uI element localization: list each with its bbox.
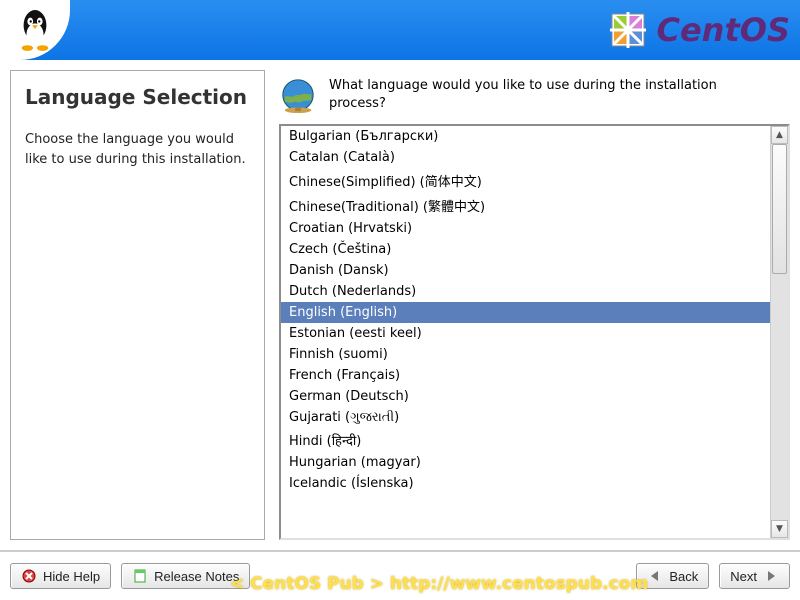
language-option[interactable]: Gujarati (ગુજરાતી) xyxy=(281,407,770,428)
language-option[interactable]: Finnish (suomi) xyxy=(281,344,770,365)
language-option[interactable]: Chinese(Simplified) (简体中文) xyxy=(281,168,770,193)
scroll-thumb[interactable] xyxy=(772,144,787,274)
language-listbox[interactable]: Bulgarian (Български)Catalan (Català)Chi… xyxy=(279,124,790,540)
penguin-badge xyxy=(0,0,70,60)
hide-help-label: Hide Help xyxy=(43,569,100,584)
language-option[interactable]: English (English) xyxy=(281,302,770,323)
header-bar: CentOS xyxy=(0,0,800,60)
language-option[interactable]: Czech (Čeština) xyxy=(281,239,770,260)
arrow-right-icon xyxy=(763,568,779,584)
globe-icon xyxy=(279,76,317,114)
language-option[interactable]: French (Français) xyxy=(281,365,770,386)
language-option[interactable]: Hungarian (magyar) xyxy=(281,452,770,473)
next-label: Next xyxy=(730,569,757,584)
brand-name: CentOS xyxy=(656,11,790,49)
next-button[interactable]: Next xyxy=(719,563,790,589)
scroll-track[interactable] xyxy=(771,144,788,520)
penguin-icon xyxy=(16,8,54,52)
hide-help-button[interactable]: Hide Help xyxy=(10,563,111,589)
language-option[interactable]: Dutch (Nederlands) xyxy=(281,281,770,302)
watermark: < CentOS Pub > http://www.centospub.com xyxy=(230,574,648,594)
footer: Hide Help Release Notes Back Next < Cent… xyxy=(0,550,800,600)
sidebar-title: Language Selection xyxy=(25,85,250,110)
language-option[interactable]: Bulgarian (Български) xyxy=(281,126,770,147)
scrollbar[interactable]: ▲ ▼ xyxy=(770,126,788,538)
scroll-up-button[interactable]: ▲ xyxy=(771,126,788,144)
document-icon xyxy=(132,568,148,584)
language-option[interactable]: Catalan (Català) xyxy=(281,147,770,168)
back-label: Back xyxy=(669,569,698,584)
prompt-text: What language would you like to use duri… xyxy=(329,77,749,113)
close-icon xyxy=(21,568,37,584)
language-option[interactable]: Icelandic (Íslenska) xyxy=(281,473,770,494)
language-option[interactable]: German (Deutsch) xyxy=(281,386,770,407)
language-option[interactable]: Danish (Dansk) xyxy=(281,260,770,281)
language-option[interactable]: Hindi (हिन्दी) xyxy=(281,428,770,452)
help-sidebar: Language Selection Choose the language y… xyxy=(10,70,265,540)
brand: CentOS xyxy=(608,10,790,50)
sidebar-text: Choose the language you would like to us… xyxy=(25,130,250,169)
release-notes-label: Release Notes xyxy=(154,569,239,584)
language-option[interactable]: Estonian (eesti keel) xyxy=(281,323,770,344)
prompt-row: What language would you like to use duri… xyxy=(279,76,790,114)
back-button[interactable]: Back xyxy=(636,563,709,589)
release-notes-button[interactable]: Release Notes xyxy=(121,563,250,589)
language-option[interactable]: Croatian (Hrvatski) xyxy=(281,218,770,239)
centos-logo-icon xyxy=(608,10,648,50)
language-option[interactable]: Chinese(Traditional) (繁體中文) xyxy=(281,193,770,218)
arrow-left-icon xyxy=(647,568,663,584)
scroll-down-button[interactable]: ▼ xyxy=(771,520,788,538)
